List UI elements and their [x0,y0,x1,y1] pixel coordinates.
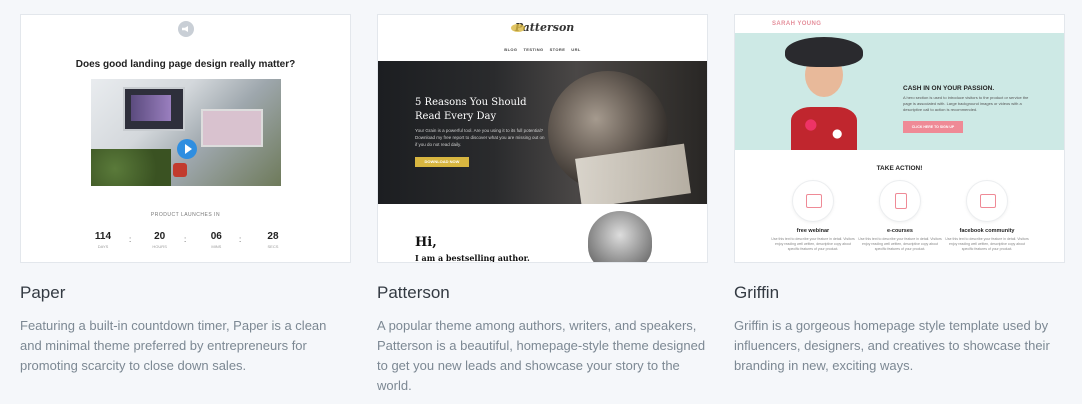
theme-card-paper[interactable]: Does good landing page design really mat… [20,14,351,376]
countdown-hours: 20 HOURS [152,231,167,249]
preview-feature: free webinar Use this text to describe y… [770,180,856,252]
preview-feature: facebook community Use this text to desc… [944,180,1030,252]
countdown-separator: : [239,235,242,244]
preview-heading: Does good landing page design really mat… [75,59,296,70]
theme-title[interactable]: Paper [20,283,351,303]
theme-description: Featuring a built-in countdown timer, Pa… [20,318,327,373]
preview-feature: e-courses Use this text to describe your… [857,180,943,252]
theme-description: A popular theme among authors, writers, … [377,318,706,393]
preview-hero-text: Your Grain is a powerful tool. Are you u… [415,128,545,147]
preview-logo: Patterson [378,21,707,34]
preview-hero-photo [785,37,863,150]
countdown-timer: 114 DAYS 20 HOURS 06 MINS 28 SECS [83,231,293,249]
theme-description: Griffin is a gorgeous homepage style tem… [734,318,1050,373]
preview-intro-line: I am a bestselling author. [415,253,530,263]
preview-hero: CASH IN ON YOUR PASSION. A hero section … [735,33,1064,150]
preview-hero-title: 5 Reasons You Should Read Every Day [415,97,527,122]
preview-author-photo [588,211,652,262]
chat-heart-icon [966,180,1008,222]
theme-preview-paper[interactable]: Does good landing page design really mat… [20,14,351,263]
preview-nav: BLOG TESTING STORE URL [504,47,581,52]
launch-label: PRODUCT LAUNCHES IN [150,212,221,218]
preview-hero-title: CASH IN ON YOUR PASSION. [903,85,995,92]
preview-signup-button: CLICK HERE TO SIGN UP [903,121,963,133]
megaphone-icon [178,21,194,37]
preview-video-image [91,79,281,186]
preview-intro-hi: Hi, [415,235,437,250]
countdown-mins: 06 MINS [210,231,222,249]
book-icon [879,180,921,222]
play-icon [177,139,197,159]
countdown-secs: 28 SECS [267,231,279,249]
theme-preview-griffin[interactable]: SARAH YOUNG CASH IN ON YOUR PASSION. A h… [734,14,1065,263]
countdown-separator: : [184,235,187,244]
preview-section-title: TAKE ACTION! [876,165,923,172]
theme-card-patterson[interactable]: Patterson BLOG TESTING STORE URL 5 Reasons … [377,14,708,396]
countdown-separator: : [129,235,132,244]
theme-title[interactable]: Griffin [734,283,1065,303]
preview-hero-text: A hero section is used to introduce visi… [903,95,1029,112]
countdown-days: 114 DAYS [94,231,112,249]
theme-gallery: Does good landing page design really mat… [0,0,1082,404]
preview-logo: SARAH YOUNG [772,21,822,27]
video-icon [792,180,834,222]
preview-hero-image: 5 Reasons You Should Read Every Day Your… [378,61,707,204]
theme-title[interactable]: Patterson [377,283,708,303]
theme-card-griffin[interactable]: SARAH YOUNG CASH IN ON YOUR PASSION. A h… [734,14,1065,376]
preview-download-button: DOWNLOAD NOW [415,157,469,167]
theme-preview-patterson[interactable]: Patterson BLOG TESTING STORE URL 5 Reasons … [377,14,708,263]
